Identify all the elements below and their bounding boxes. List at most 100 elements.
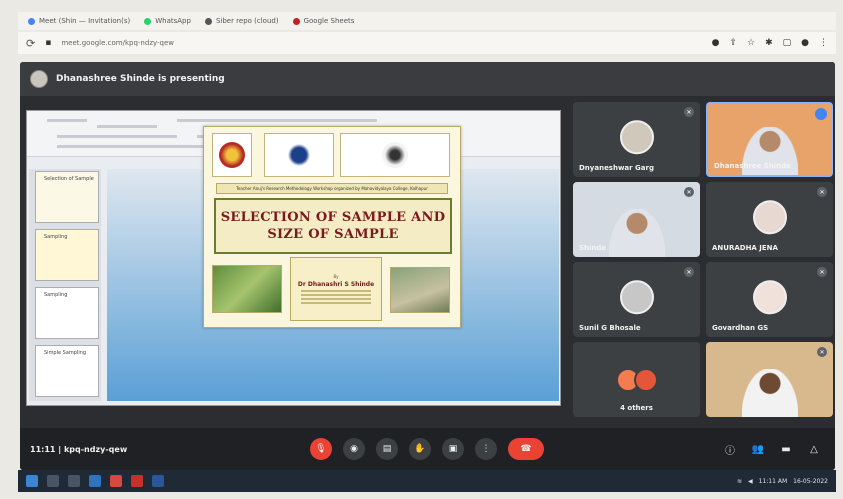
present-button[interactable]: ▣ xyxy=(442,438,464,460)
url-field[interactable]: meet.google.com/kpq-ndzy-qew xyxy=(61,39,174,47)
activities-icon[interactable]: △ xyxy=(805,440,823,458)
volume-icon[interactable]: ◀ xyxy=(748,478,753,485)
reload-icon[interactable]: ⟳ xyxy=(26,37,35,50)
video-feed xyxy=(608,209,665,257)
campus-photo xyxy=(212,265,282,313)
avatar xyxy=(30,70,48,88)
taskbar: ≋ ◀ 11:11 AM 16-05-2022 xyxy=(18,470,836,492)
video-feed xyxy=(741,369,798,417)
more-icon: ⋮ xyxy=(481,444,491,454)
address-bar: ⟳ ▪ meet.google.com/kpq-ndzy-qew ● ⇪ ☆ ✱… xyxy=(18,32,836,54)
bookmark-item[interactable]: Meet (Shin — Invitation(s) xyxy=(28,17,130,25)
participant-tile[interactable]: Dhanashree Shinde xyxy=(706,102,833,177)
participant-tile[interactable]: ✕ Dnyaneshwar Garg xyxy=(573,102,700,177)
chat-icon[interactable]: ▬ xyxy=(777,440,795,458)
slide-title-line: SIZE OF SAMPLE xyxy=(267,227,399,242)
task-view-icon[interactable] xyxy=(68,475,80,487)
share-icon[interactable]: ⇪ xyxy=(729,38,737,48)
bookmark-icon xyxy=(28,17,35,25)
camera-icon: ◉ xyxy=(350,444,358,454)
slide-thumbnail[interactable]: Selection of Sample xyxy=(35,171,99,223)
raise-hand-button[interactable]: ✋ xyxy=(409,438,431,460)
others-avatars xyxy=(615,368,658,392)
bookmark-item[interactable]: Google Sheets xyxy=(292,17,354,25)
bookmark-icon xyxy=(292,17,300,25)
captions-icon: ▤ xyxy=(382,444,392,454)
slide-thumbnail[interactable]: Sampling xyxy=(35,287,99,339)
meet-window: Dhanashree Shinde is presenting Selectio… xyxy=(20,62,835,470)
wifi-icon[interactable]: ≋ xyxy=(737,478,742,485)
participant-name: Dhanashree Shinde xyxy=(714,162,791,170)
people-icon[interactable]: 👥 xyxy=(749,440,767,458)
building-photo xyxy=(390,267,450,313)
star-icon[interactable]: ☆ xyxy=(747,38,755,48)
hand-icon: ✋ xyxy=(414,444,426,454)
bookmark-item[interactable]: Siber repo (cloud) xyxy=(204,17,279,25)
slide-title: SELECTION OF SAMPLE AND SIZE OF SAMPLE xyxy=(214,198,452,254)
participant-tile[interactable]: ✕ Govardhan GS xyxy=(706,262,833,337)
avatar xyxy=(619,119,654,154)
current-slide: Teacher Anuj's Research Methodology Work… xyxy=(203,126,461,328)
meeting-details: 11:11 | kpq-ndzy-qew xyxy=(30,444,128,454)
mic-off-icon: ✕ xyxy=(684,267,694,277)
speaker-name: Dr Dhanashri S Shinde xyxy=(297,281,375,288)
participant-tile[interactable]: ✕ xyxy=(706,342,833,417)
camera-button[interactable]: ◉ xyxy=(343,438,365,460)
participant-tile[interactable]: ✕ Shinde xyxy=(573,182,700,257)
windows-start-icon[interactable] xyxy=(26,475,38,487)
institute-logo xyxy=(264,133,334,177)
speaking-indicator-icon xyxy=(815,108,827,120)
participant-name: Shinde xyxy=(579,244,607,252)
mic-off-icon: 🎙 xyxy=(315,444,327,454)
bookmark-icon xyxy=(144,17,152,25)
participant-name: Dnyaneshwar Garg xyxy=(579,164,654,172)
participant-name: Sunil G Bhosale xyxy=(579,324,641,332)
avatar xyxy=(752,199,787,234)
participant-name: ANURADHA JENA xyxy=(712,244,778,252)
profile-icon[interactable]: ● xyxy=(801,38,809,48)
powerpoint-icon[interactable] xyxy=(131,475,143,487)
screenshot-photo: Meet (Shin — Invitation(s) WhatsApp Sibe… xyxy=(0,0,843,499)
speaker-box: By Dr Dhanashri S Shinde xyxy=(290,257,382,321)
university-logo xyxy=(340,133,450,177)
window-icon[interactable]: ▢ xyxy=(783,38,792,48)
slide-thumbnail[interactable]: Simple Sampling xyxy=(35,345,99,397)
presenting-bar: Dhanashree Shinde is presenting xyxy=(20,62,835,96)
others-label: 4 others xyxy=(620,404,653,412)
phone-hangup-icon: ☎ xyxy=(520,444,532,454)
participant-tile[interactable]: ✕ Sunil G Bhosale xyxy=(573,262,700,337)
end-call-button[interactable]: ☎ xyxy=(508,438,544,460)
slide-thumbnails: Selection of Sample Sampling Sampling Si… xyxy=(29,169,101,401)
captions-button[interactable]: ▤ xyxy=(376,438,398,460)
present-icon: ▣ xyxy=(448,444,458,454)
others-tile[interactable]: 4 others xyxy=(573,342,700,417)
mic-off-icon: ✕ xyxy=(817,267,827,277)
camera-icon[interactable]: ● xyxy=(712,38,720,48)
extensions-icon[interactable]: ✱ xyxy=(765,38,773,48)
slide-thumbnail[interactable]: Sampling xyxy=(35,229,99,281)
avatar xyxy=(752,279,787,314)
edge-icon[interactable] xyxy=(89,475,101,487)
word-icon[interactable] xyxy=(152,475,164,487)
date: 16-05-2022 xyxy=(793,477,828,485)
info-icon[interactable]: ⓘ xyxy=(721,440,739,458)
college-logo xyxy=(212,133,252,177)
slide-title-line: SELECTION OF SAMPLE AND xyxy=(220,210,446,225)
mic-button[interactable]: 🎙 xyxy=(310,438,332,460)
control-bar: 11:11 | kpq-ndzy-qew 🎙 ◉ ▤ ✋ ▣ ⋮ ☎ ⓘ 👥 ▬… xyxy=(20,428,835,470)
mic-off-icon: ✕ xyxy=(684,107,694,117)
mic-off-icon: ✕ xyxy=(817,187,827,197)
menu-icon[interactable]: ⋮ xyxy=(819,38,828,48)
bookmark-icon xyxy=(204,17,212,25)
presenting-label: Dhanashree Shinde is presenting xyxy=(56,74,225,84)
slide-banner: Teacher Anuj's Research Methodology Work… xyxy=(216,183,448,194)
more-options-button[interactable]: ⋮ xyxy=(475,438,497,460)
chrome-icon[interactable] xyxy=(110,475,122,487)
clock[interactable]: 11:11 AM xyxy=(759,478,787,485)
bookmark-item[interactable]: WhatsApp xyxy=(144,17,191,25)
bookmarks-bar: Meet (Shin — Invitation(s) WhatsApp Sibe… xyxy=(18,12,836,30)
mic-off-icon: ✕ xyxy=(684,187,694,197)
participant-tile[interactable]: ✕ ANURADHA JENA xyxy=(706,182,833,257)
search-icon[interactable] xyxy=(47,475,59,487)
lock-icon: ▪ xyxy=(45,38,52,48)
